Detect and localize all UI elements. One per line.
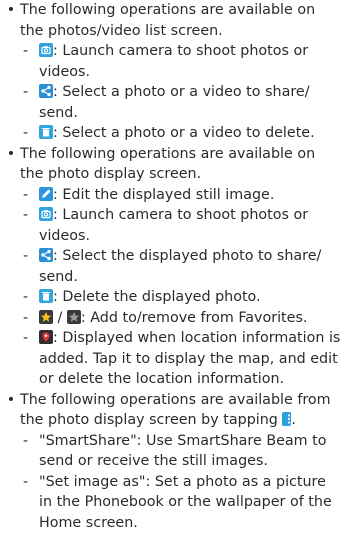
item-text: : Launch camera to shoot photos or video… [39,43,308,80]
location-icon [39,330,53,344]
dash: - [23,246,28,267]
section-text: The following operations are available o… [20,146,315,183]
bullet: • [5,390,17,411]
item-text: : Select a photo or a video to delete. [53,125,315,141]
dash: - [23,287,28,308]
list-item: - : Select a photo or a video to delete. [20,123,341,144]
list-item: - : Launch camera to shoot photos or vid… [20,205,341,246]
menu-icon [282,412,291,426]
item-text: : Add to/remove from Favorites. [81,310,308,326]
section-display-screen: • The following operations are available… [3,144,341,390]
list-item: - : Delete the displayed photo. [20,287,341,308]
edit-icon [39,187,53,201]
list-item: - : Edit the displayed still image. [20,185,341,206]
item-text: : Launch camera to shoot photos or video… [39,207,308,244]
dash: - [23,328,28,349]
dash: - [23,308,28,329]
list-item: - "SmartShare": Use SmartShare Beam to s… [20,431,341,472]
dash: - [23,123,28,144]
camera-icon [39,43,53,57]
camera-icon [39,207,53,221]
section-text: The following operations are available o… [20,2,315,39]
item-text: : Delete the displayed photo. [53,289,261,305]
share-icon [39,84,53,98]
list-item: - : Launch camera to shoot photos or vid… [20,41,341,82]
item-text: "SmartShare": Use SmartShare Beam to sen… [39,433,327,470]
dash: - [23,185,28,206]
favorite-add-icon [39,310,53,324]
bullet: • [5,144,17,165]
trash-icon [39,289,53,303]
item-text: : Select a photo or a video to share/ se… [39,84,310,121]
separator: / [58,310,63,326]
dash: - [23,82,28,103]
document-page: • The following operations are available… [0,0,347,533]
list-item: - : Select the displayed photo to share/… [20,246,341,287]
trash-icon [39,125,53,139]
dash: - [23,41,28,62]
dash: - [23,431,28,452]
favorite-remove-icon [67,310,81,324]
sublist: - : Edit the displayed still image. - : … [20,185,341,390]
list-item: - : Displayed when location information … [20,328,341,390]
sublist: - : Launch camera to shoot photos or vid… [20,41,341,144]
dash: - [23,205,28,226]
bullet: • [5,0,17,21]
section-list-screen: • The following operations are available… [3,0,341,144]
sublist: - "SmartShare": Use SmartShare Beam to s… [20,431,341,533]
section-text-end: . [291,412,296,428]
operations-list: • The following operations are available… [3,0,341,533]
list-item: - "Set image as": Set a photo as a pictu… [20,472,341,533]
list-item: - : Select a photo or a video to share/ … [20,82,341,123]
item-text: : Select the displayed photo to share/ s… [39,248,321,285]
share-icon [39,248,53,262]
item-text: : Edit the displayed still image. [53,187,274,203]
list-item: - / : Add to/remove from Favorites. [20,308,341,329]
item-text: : Displayed when location information is… [39,330,340,387]
section-menu-options: • The following operations are available… [3,390,341,533]
dash: - [23,472,28,493]
